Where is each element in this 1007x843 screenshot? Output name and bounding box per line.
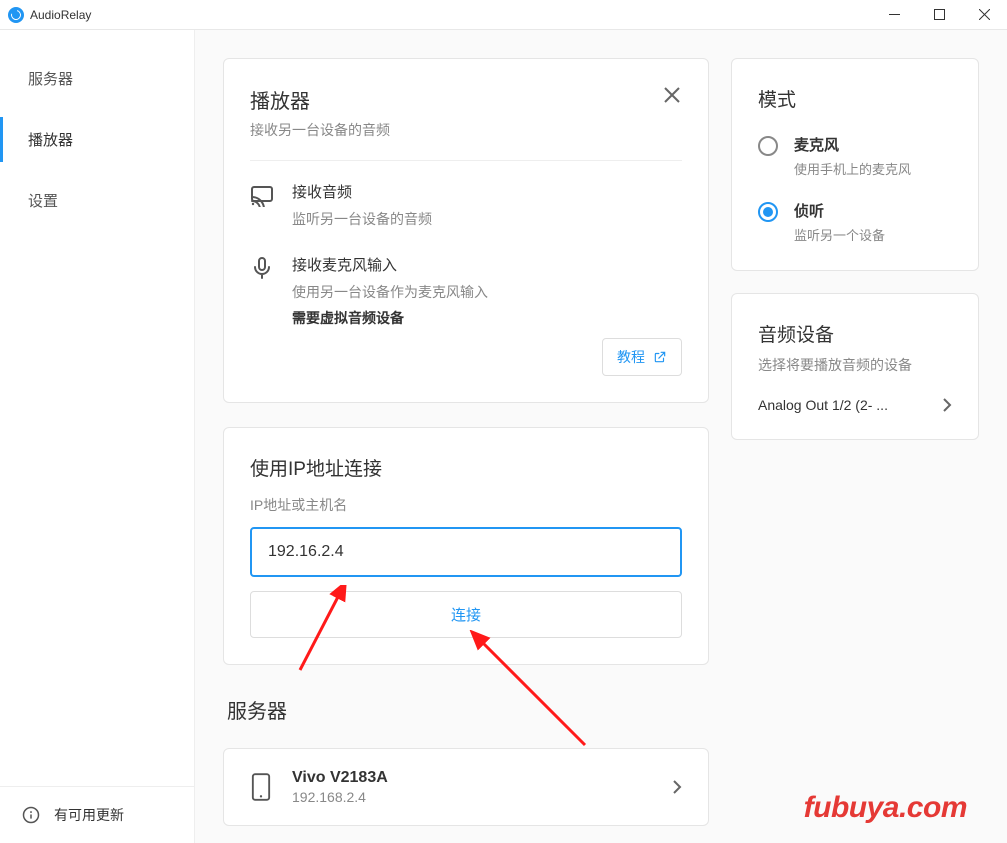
content: 播放器 接收另一台设备的音频 接收音频 监听另一台设备的音频 — [195, 30, 1007, 843]
divider — [250, 160, 682, 161]
tutorial-button[interactable]: 教程 — [602, 338, 682, 376]
titlebar: AudioRelay — [0, 0, 1007, 30]
chevron-right-icon — [942, 397, 952, 413]
server-ip: 192.168.2.4 — [292, 789, 652, 805]
external-link-icon — [653, 350, 667, 364]
mode-opt2-title: 侦听 — [794, 200, 885, 221]
mode-opt2-desc: 监听另一个设备 — [794, 225, 885, 244]
update-available[interactable]: 有可用更新 — [0, 786, 194, 843]
radio-checked-icon — [758, 202, 778, 222]
connect-button[interactable]: 连接 — [250, 591, 682, 638]
device-selector[interactable]: Analog Out 1/2 (2- ... — [758, 397, 952, 413]
device-title: 音频设备 — [758, 320, 952, 347]
audio-device-card: 音频设备 选择将要播放音频的设备 Analog Out 1/2 (2- ... — [731, 293, 979, 440]
maximize-button[interactable] — [917, 0, 962, 30]
device-selected: Analog Out 1/2 (2- ... — [758, 397, 888, 413]
info-icon — [22, 806, 40, 824]
chevron-right-icon — [672, 779, 682, 795]
servers-heading: 服务器 — [227, 695, 709, 724]
opt1-title: 接收音频 — [292, 181, 682, 202]
window-controls — [872, 0, 1007, 30]
player-card-subtitle: 接收另一台设备的音频 — [250, 120, 390, 140]
mic-icon — [250, 256, 274, 280]
nav: 服务器 播放器 设置 — [0, 30, 194, 231]
nav-server[interactable]: 服务器 — [0, 48, 194, 109]
server-item[interactable]: Vivo V2183A 192.168.2.4 — [223, 748, 709, 826]
sidebar: 服务器 播放器 设置 有可用更新 — [0, 30, 195, 843]
mode-opt1-desc: 使用手机上的麦克风 — [794, 159, 911, 178]
tutorial-label: 教程 — [617, 347, 645, 367]
option-receive-mic[interactable]: 接收麦克风输入 使用另一台设备作为麦克风输入 需要虚拟音频设备 — [250, 254, 682, 327]
radio-unchecked-icon — [758, 136, 778, 156]
ip-connect-card: 使用IP地址连接 IP地址或主机名 连接 — [223, 427, 709, 665]
cast-icon — [250, 183, 274, 207]
opt1-desc: 监听另一台设备的音频 — [292, 208, 682, 230]
player-card: 播放器 接收另一台设备的音频 接收音频 监听另一台设备的音频 — [223, 58, 709, 403]
nav-player[interactable]: 播放器 — [0, 109, 194, 170]
update-label: 有可用更新 — [54, 805, 124, 825]
opt2-warn: 需要虚拟音频设备 — [292, 308, 682, 328]
close-button[interactable] — [962, 0, 1007, 30]
window-title: AudioRelay — [30, 8, 91, 22]
ip-field-label: IP地址或主机名 — [250, 495, 682, 515]
ip-card-title: 使用IP地址连接 — [250, 454, 682, 481]
titlebar-left: AudioRelay — [8, 7, 91, 23]
mode-title: 模式 — [758, 85, 952, 112]
mode-listen[interactable]: 侦听 监听另一个设备 — [758, 200, 952, 244]
close-icon[interactable] — [662, 85, 682, 105]
minimize-button[interactable] — [872, 0, 917, 30]
opt2-title: 接收麦克风输入 — [292, 254, 682, 275]
player-card-title: 播放器 — [250, 85, 390, 114]
app-icon — [8, 7, 24, 23]
nav-settings[interactable]: 设置 — [0, 170, 194, 231]
mode-card: 模式 麦克风 使用手机上的麦克风 侦听 监听另一个设备 — [731, 58, 979, 271]
mode-opt1-title: 麦克风 — [794, 134, 911, 155]
phone-icon — [250, 773, 272, 801]
server-name: Vivo V2183A — [292, 769, 652, 787]
ip-input[interactable] — [250, 527, 682, 577]
option-receive-audio[interactable]: 接收音频 监听另一台设备的音频 — [250, 181, 682, 230]
device-subtitle: 选择将要播放音频的设备 — [758, 355, 952, 375]
opt2-desc: 使用另一台设备作为麦克风输入 — [292, 281, 682, 303]
mode-mic[interactable]: 麦克风 使用手机上的麦克风 — [758, 134, 952, 178]
